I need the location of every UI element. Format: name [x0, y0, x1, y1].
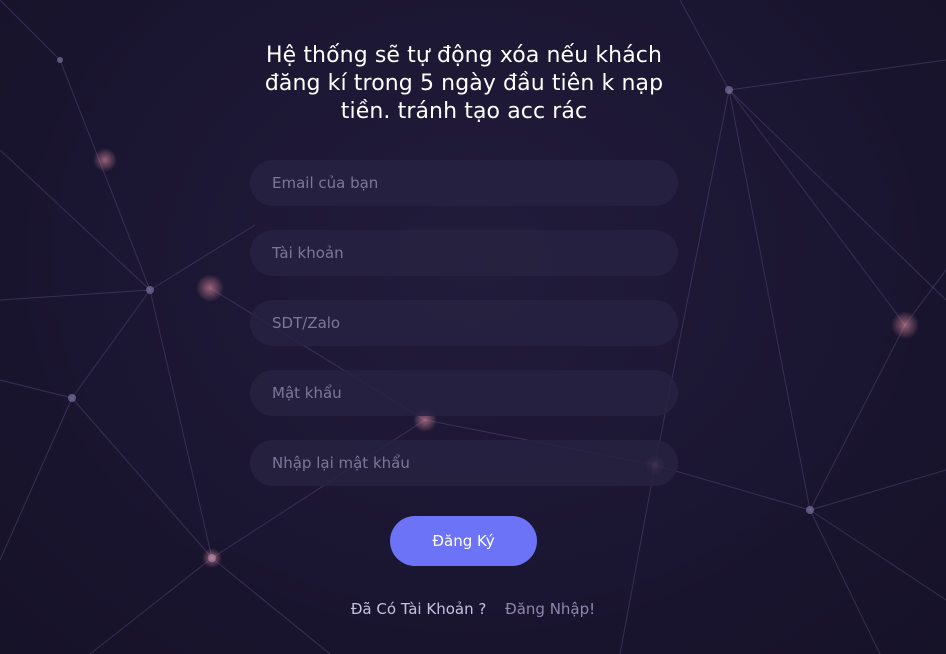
have-account-text: Đã Có Tài Khoản ? [350, 600, 487, 618]
email-field[interactable] [250, 160, 678, 206]
phone-field[interactable] [250, 300, 678, 346]
login-prompt: Đã Có Tài Khoản ? Đăng Nhập! [0, 600, 946, 618]
register-form-container: Hệ thống sẽ tự động xóa nếu khách đăng k… [0, 0, 946, 654]
register-button[interactable]: Đăng Ký [390, 516, 537, 566]
login-link[interactable]: Đăng Nhập! [505, 600, 595, 618]
confirm-password-field[interactable] [250, 440, 678, 486]
page-title: Hệ thống sẽ tự động xóa nếu khách đăng k… [264, 43, 664, 124]
password-field[interactable] [250, 370, 678, 416]
register-page: Hệ thống sẽ tự động xóa nếu khách đăng k… [0, 0, 946, 654]
username-field[interactable] [250, 230, 678, 276]
